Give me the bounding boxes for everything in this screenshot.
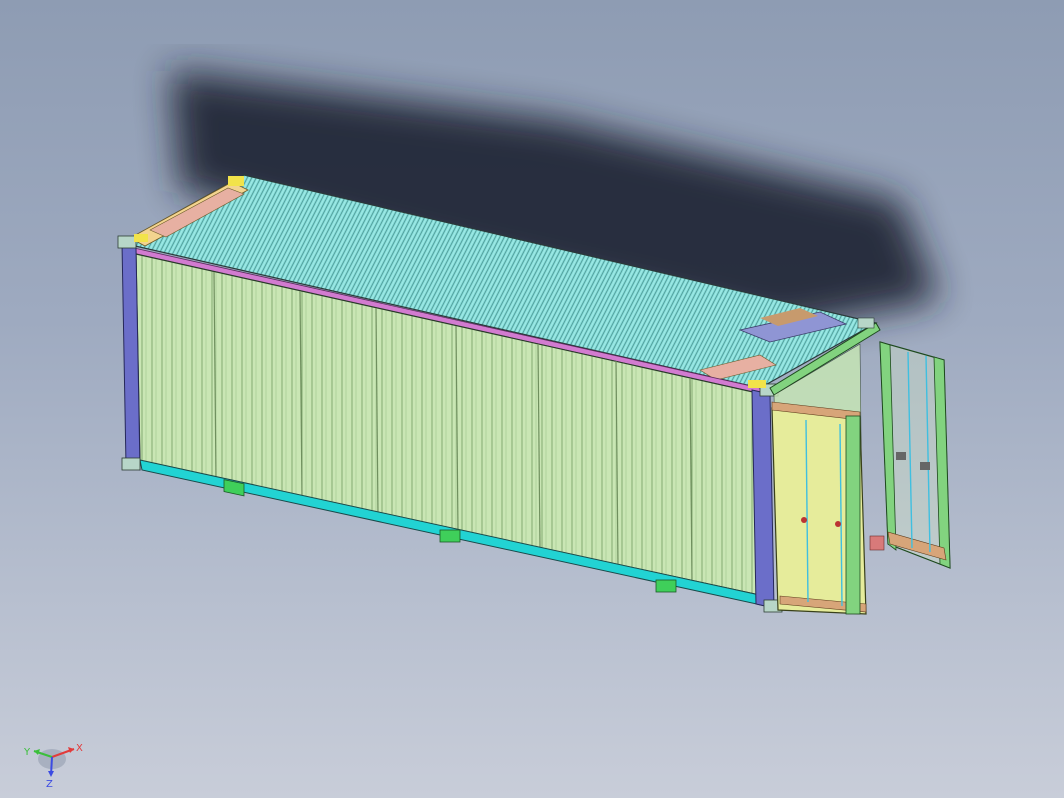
container-model-scene[interactable] (0, 0, 1064, 798)
cad-viewport[interactable]: X Y Z (0, 0, 1064, 798)
right-door[interactable] (771, 401, 867, 615)
forklift-pocket-3[interactable] (655, 579, 677, 593)
forklift-pocket-2[interactable] (439, 529, 461, 543)
front-left-corner-post[interactable] (117, 235, 141, 471)
y-axis-label: Y (23, 747, 31, 758)
x-axis-label: X (76, 743, 83, 754)
z-axis-label: Z (46, 779, 53, 790)
left-door[interactable] (879, 341, 951, 569)
door-hinge-block (869, 535, 885, 551)
coordinate-triad: X Y Z (23, 743, 83, 790)
